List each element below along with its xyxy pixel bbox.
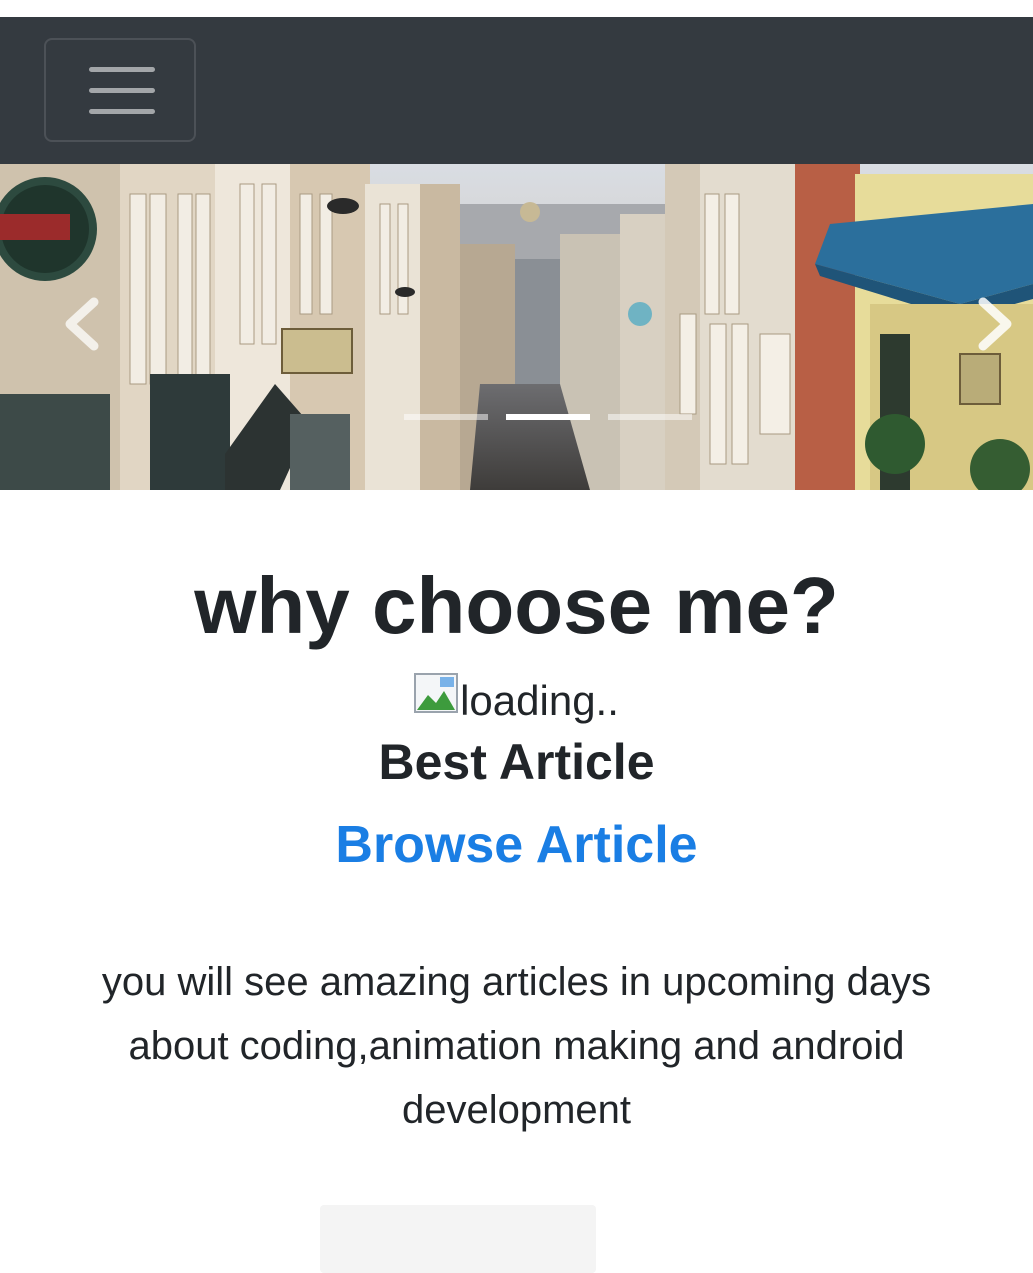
top-strip: [0, 0, 1033, 17]
page-heading: why choose me?: [194, 561, 839, 650]
chevron-left-icon: [65, 297, 99, 351]
navbar-toggler-button[interactable]: [44, 38, 196, 142]
carousel-prev-button[interactable]: [52, 284, 112, 364]
broken-image-icon: [414, 673, 459, 713]
faded-placeholder: [320, 1205, 596, 1273]
description-text: you will see amazing articles in upcomin…: [101, 960, 932, 1132]
browse-article-link[interactable]: Browse Article: [335, 814, 697, 876]
hamburger-menu-icon: [89, 88, 155, 93]
image-alt-text: loading..: [460, 677, 619, 724]
carousel-indicator-3[interactable]: [608, 414, 692, 420]
main-content: why choose me? loading.. Best Article Br…: [0, 490, 1033, 1142]
hamburger-menu-icon: [89, 67, 155, 72]
carousel-slide-image: [0, 164, 1033, 490]
hamburger-menu-icon: [89, 109, 155, 114]
navbar: [0, 17, 1033, 164]
image-carousel[interactable]: [0, 164, 1033, 490]
article-image: loading..: [414, 673, 619, 728]
carousel-indicators: [404, 414, 692, 420]
article-title: Best Article: [378, 734, 655, 790]
chevron-right-icon: [978, 297, 1012, 351]
carousel-indicator-1[interactable]: [404, 414, 488, 420]
carousel-indicator-2[interactable]: [506, 414, 590, 420]
carousel-next-button[interactable]: [965, 284, 1025, 364]
